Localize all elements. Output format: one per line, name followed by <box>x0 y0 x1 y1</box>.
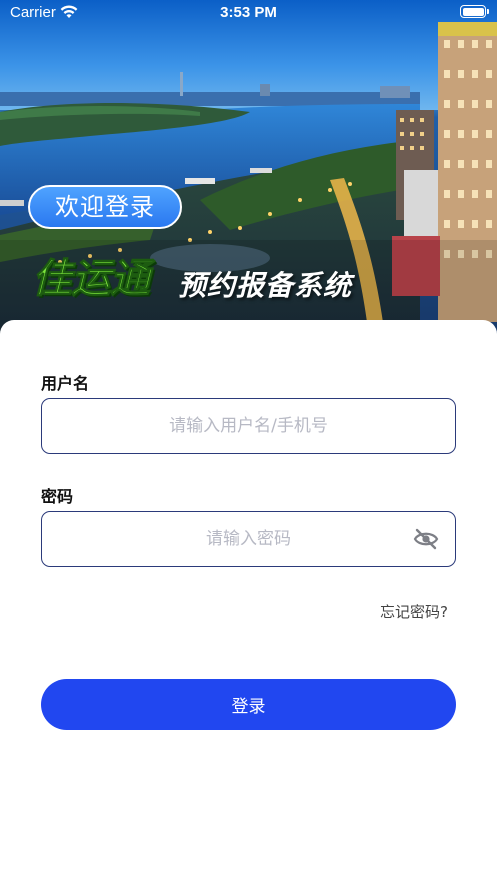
clock: 3:53 PM <box>220 4 277 21</box>
hero-banner-image: 欢迎登录 佳运通 预约报备系统 <box>0 0 497 345</box>
status-bar: Carrier 3:53 PM <box>0 0 497 28</box>
brand-name: 佳运通 <box>32 256 151 303</box>
eye-slash-icon[interactable] <box>413 527 439 551</box>
forgot-password-link[interactable]: 忘记密码? <box>380 601 448 622</box>
password-field-box[interactable] <box>41 511 456 567</box>
username-field-box[interactable] <box>41 398 456 454</box>
login-form-card: 用户名 密码 忘记密码? 登录 <box>0 320 497 883</box>
login-button[interactable]: 登录 <box>41 679 456 730</box>
system-name: 预约报备系统 <box>178 269 353 302</box>
username-input[interactable] <box>42 399 455 453</box>
battery-icon <box>460 5 486 18</box>
welcome-badge: 欢迎登录 <box>28 185 182 229</box>
login-screen: 欢迎登录 佳运通 预约报备系统 Carrier 3:53 PM 用户名 密码 <box>0 0 497 883</box>
password-input[interactable] <box>42 512 455 566</box>
username-label: 用户名 <box>41 374 90 393</box>
battery-cap <box>487 9 489 14</box>
password-label: 密码 <box>41 487 74 506</box>
